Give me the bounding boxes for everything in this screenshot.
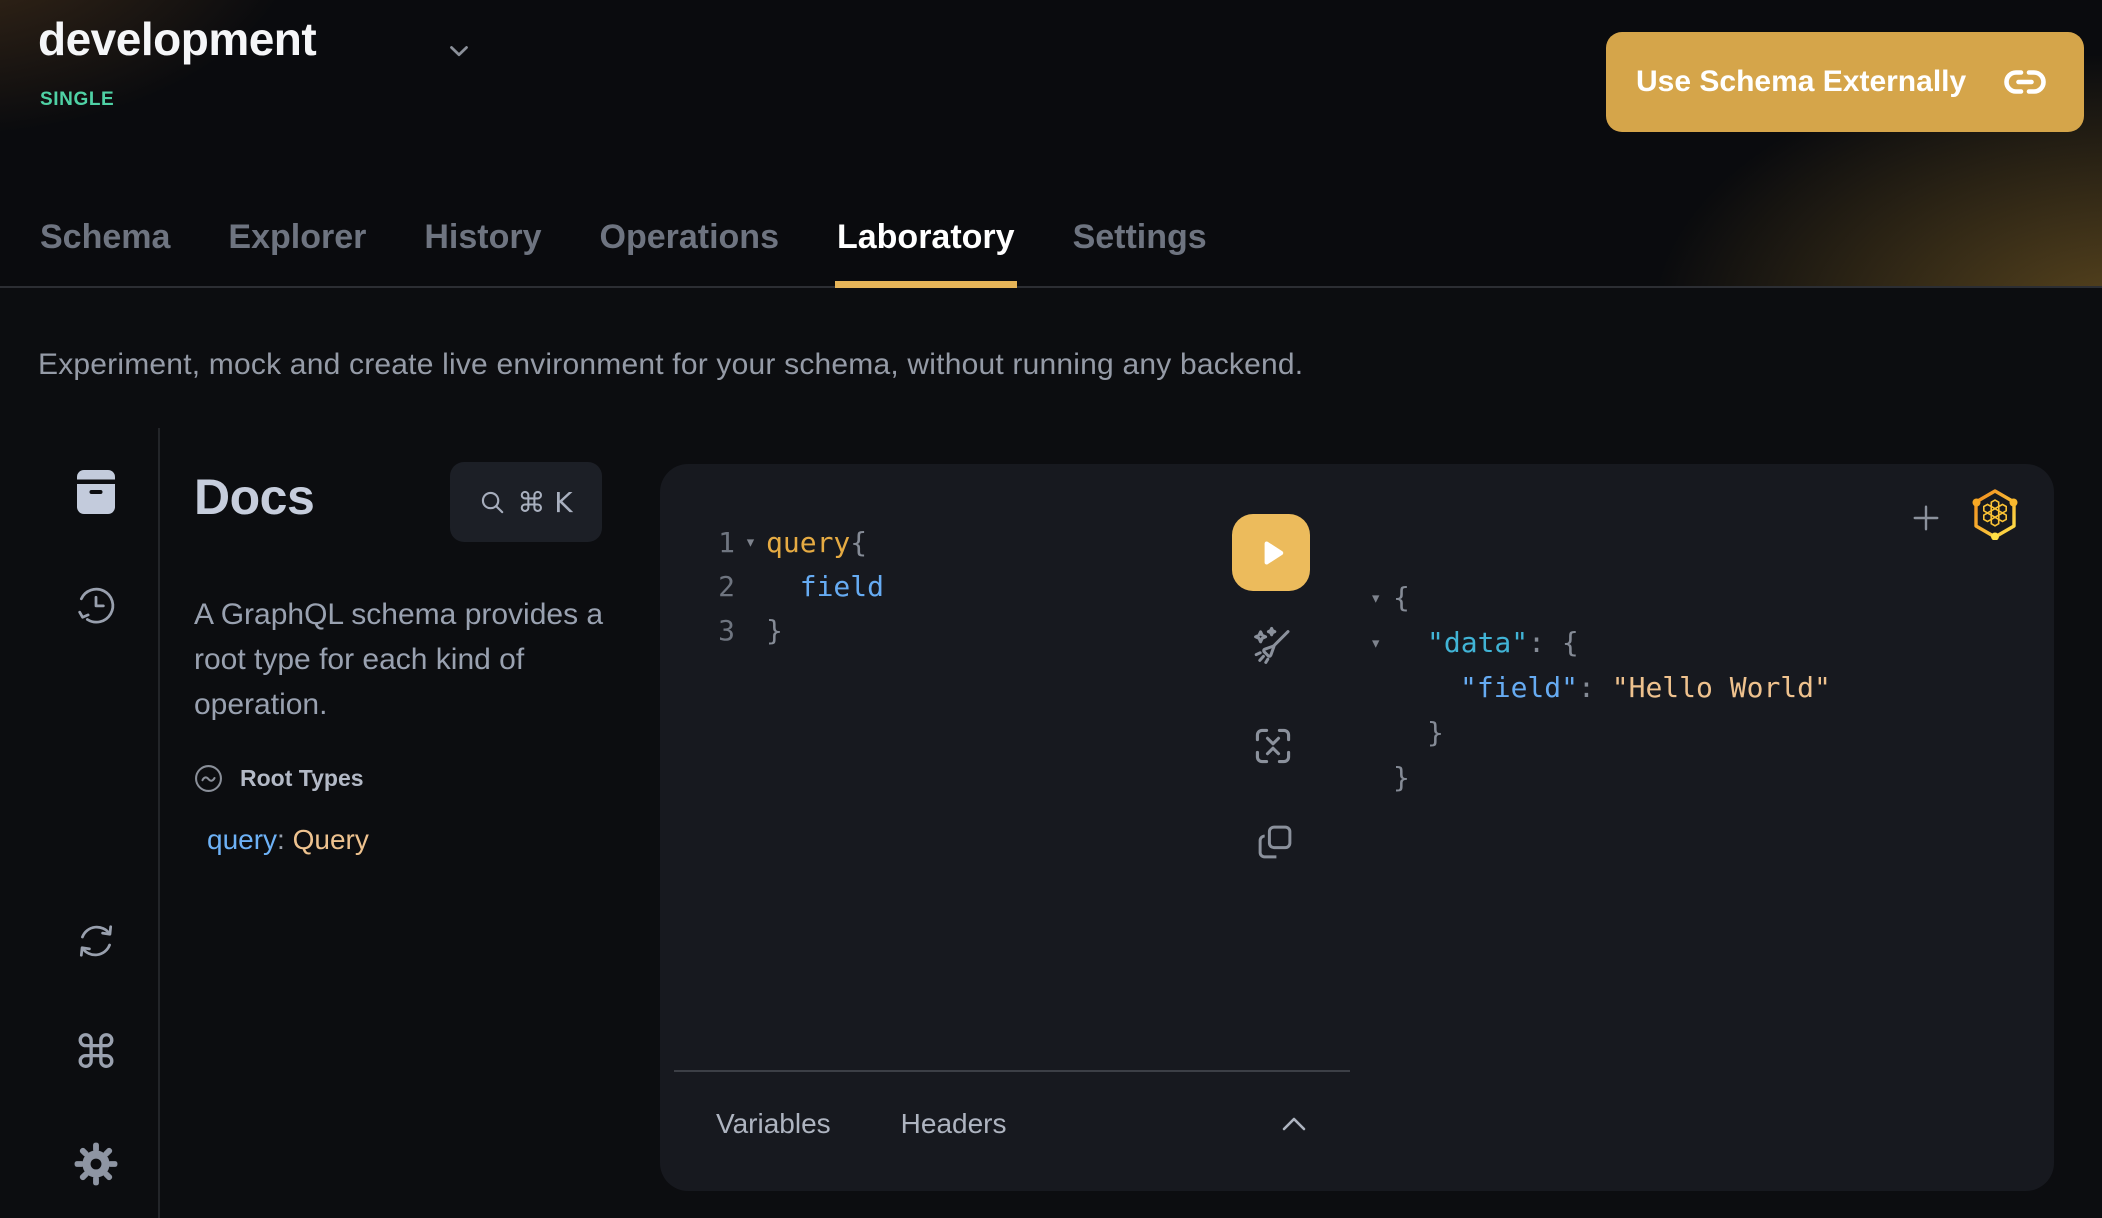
code-token: : (1528, 626, 1562, 659)
tab-laboratory[interactable]: Laboratory (835, 188, 1017, 286)
collapse-footer-button[interactable] (1272, 1104, 1316, 1144)
prettify-query-button[interactable] (1245, 622, 1297, 674)
search-icon (479, 489, 506, 516)
tab-operations[interactable]: Operations (598, 188, 781, 286)
search-shortcut: ⌘ K (517, 486, 572, 519)
refresh-icon (74, 919, 118, 963)
root-types-label: Root Types (240, 765, 364, 792)
merge-fragments-button[interactable] (1247, 720, 1299, 772)
graphiql-panel: 1 ▾ query{ 2 field 3 } (660, 464, 2054, 1191)
chevron-down-icon[interactable] (444, 36, 474, 66)
play-icon (1255, 537, 1287, 569)
line-number: 3 (660, 614, 735, 647)
command-icon: ⌘ (73, 1029, 119, 1075)
laboratory-page: development SINGLE Use Schema Externally… (0, 0, 2102, 1218)
response-line: } (1370, 755, 1831, 800)
code-token: { (1393, 581, 1410, 614)
sidebar-item-settings[interactable] (68, 1136, 124, 1192)
sidebar-item-history[interactable] (68, 577, 124, 633)
root-types-section: Root Types (194, 764, 364, 793)
graphql-hive-logo[interactable] (1971, 488, 2019, 540)
sidebar-divider (158, 428, 160, 1218)
response-viewer: ▾ { ▾ "data": { "field": "Hello World" }… (1370, 575, 1831, 800)
copy-icon (1254, 821, 1296, 863)
use-schema-externally-button[interactable]: Use Schema Externally (1606, 32, 2084, 132)
docs-book-icon (77, 470, 115, 514)
response-line: "field": "Hello World" (1370, 665, 1831, 710)
docs-description: A GraphQL schema provides a root type fo… (194, 592, 634, 727)
target-title[interactable]: development (38, 12, 316, 66)
code-token: : (1578, 671, 1612, 704)
root-query-link[interactable]: query: Query (207, 824, 369, 856)
line-number: 1 (660, 526, 735, 559)
root-query-separator: : (277, 824, 293, 855)
plus-icon (1908, 500, 1944, 536)
execute-query-button[interactable] (1232, 514, 1310, 591)
main-nav: Schema Explorer History Operations Labor… (38, 188, 1209, 286)
docs-search-button[interactable]: ⌘ K (450, 462, 602, 542)
add-tab-button[interactable] (1900, 492, 1952, 544)
code-token: { (1562, 626, 1579, 659)
code-token: } (1393, 716, 1444, 749)
response-line: } (1370, 710, 1831, 755)
code-token: { (850, 526, 867, 559)
root-query-field: query (207, 824, 277, 855)
code-token: field (766, 570, 884, 603)
fold-toggle-icon[interactable]: ▾ (1370, 632, 1393, 654)
merge-icon (1251, 724, 1295, 768)
link-icon (2002, 67, 2048, 97)
line-number: 2 (660, 570, 735, 603)
tab-variables[interactable]: Variables (716, 1108, 831, 1140)
chevron-up-icon (1279, 1114, 1309, 1134)
editor-footer-divider (674, 1070, 1350, 1072)
root-query-type[interactable]: Query (293, 824, 369, 855)
code-token: } (1393, 761, 1410, 794)
sidebar-item-docs[interactable] (68, 464, 124, 520)
response-line: ▾ "data": { (1370, 620, 1831, 665)
sidebar-item-shortcuts[interactable]: ⌘ (68, 1024, 124, 1080)
use-schema-label: Use Schema Externally (1636, 65, 1966, 99)
history-icon (74, 583, 118, 627)
editor-line: 3 } (660, 608, 884, 652)
tab-explorer[interactable]: Explorer (226, 188, 368, 286)
fold-toggle-icon[interactable]: ▾ (735, 531, 766, 553)
code-token: "Hello World" (1612, 671, 1831, 704)
response-line: ▾ { (1370, 575, 1831, 620)
docs-panel-title: Docs (194, 468, 314, 526)
tab-history[interactable]: History (422, 188, 543, 286)
editor-footer-tabs: Variables Headers (716, 1104, 1007, 1144)
fold-toggle-icon[interactable]: ▾ (1370, 587, 1393, 609)
code-token: "data" (1393, 626, 1528, 659)
editor-line: 2 field (660, 564, 884, 608)
page-description: Experiment, mock and create live environ… (38, 348, 1303, 382)
environment-badge: SINGLE (40, 89, 114, 111)
tab-schema[interactable]: Schema (38, 188, 172, 286)
gear-icon (73, 1141, 119, 1187)
code-token: } (766, 614, 783, 647)
page-header: development SINGLE Use Schema Externally… (0, 0, 2102, 288)
code-token: query (766, 526, 850, 559)
query-editor[interactable]: 1 ▾ query{ 2 field 3 } (660, 520, 884, 652)
editor-line: 1 ▾ query{ (660, 520, 884, 564)
copy-query-button[interactable] (1249, 816, 1301, 868)
tab-settings[interactable]: Settings (1071, 188, 1209, 286)
code-token: "field" (1393, 671, 1578, 704)
tab-headers[interactable]: Headers (901, 1108, 1007, 1140)
magic-broom-icon (1247, 624, 1295, 672)
sidebar-item-refresh-schema[interactable] (68, 913, 124, 969)
root-types-icon (194, 764, 223, 793)
